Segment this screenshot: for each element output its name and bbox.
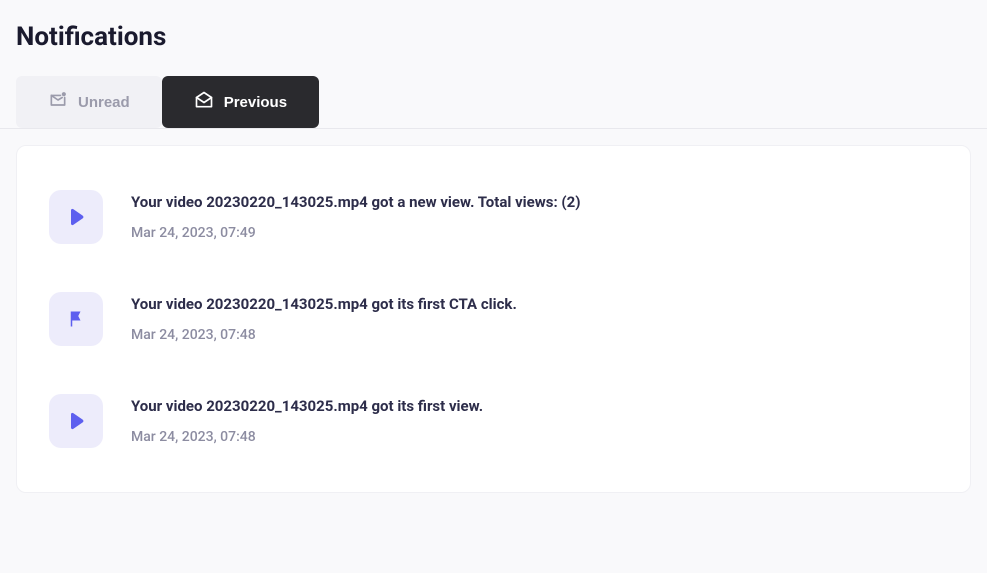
- tab-unread-label: Unread: [78, 94, 130, 111]
- play-icon: [49, 190, 103, 244]
- page-title: Notifications: [0, 0, 987, 76]
- play-icon: [49, 394, 103, 448]
- tab-unread[interactable]: Unread: [16, 76, 162, 128]
- tab-previous-label: Previous: [224, 94, 287, 111]
- flag-icon: [49, 292, 103, 346]
- notification-time: Mar 24, 2023, 07:49: [131, 225, 581, 241]
- mail-unread-icon: [48, 90, 68, 114]
- notification-message: Your video 20230220_143025.mp4 got a new…: [131, 192, 581, 213]
- notification-time: Mar 24, 2023, 07:48: [131, 327, 517, 343]
- notification-item[interactable]: Your video 20230220_143025.mp4 got its f…: [17, 268, 970, 370]
- notification-content: Your video 20230220_143025.mp4 got its f…: [131, 394, 483, 445]
- mail-open-icon: [194, 90, 214, 114]
- notification-item[interactable]: Your video 20230220_143025.mp4 got a new…: [17, 166, 970, 268]
- notifications-list: Your video 20230220_143025.mp4 got a new…: [16, 145, 971, 493]
- notification-item[interactable]: Your video 20230220_143025.mp4 got its f…: [17, 370, 970, 472]
- notification-message: Your video 20230220_143025.mp4 got its f…: [131, 396, 483, 417]
- notification-message: Your video 20230220_143025.mp4 got its f…: [131, 294, 517, 315]
- tab-previous[interactable]: Previous: [162, 76, 319, 128]
- notification-content: Your video 20230220_143025.mp4 got its f…: [131, 292, 517, 343]
- notification-time: Mar 24, 2023, 07:48: [131, 429, 483, 445]
- notification-content: Your video 20230220_143025.mp4 got a new…: [131, 190, 581, 241]
- tabs-container: Unread Previous: [0, 76, 987, 129]
